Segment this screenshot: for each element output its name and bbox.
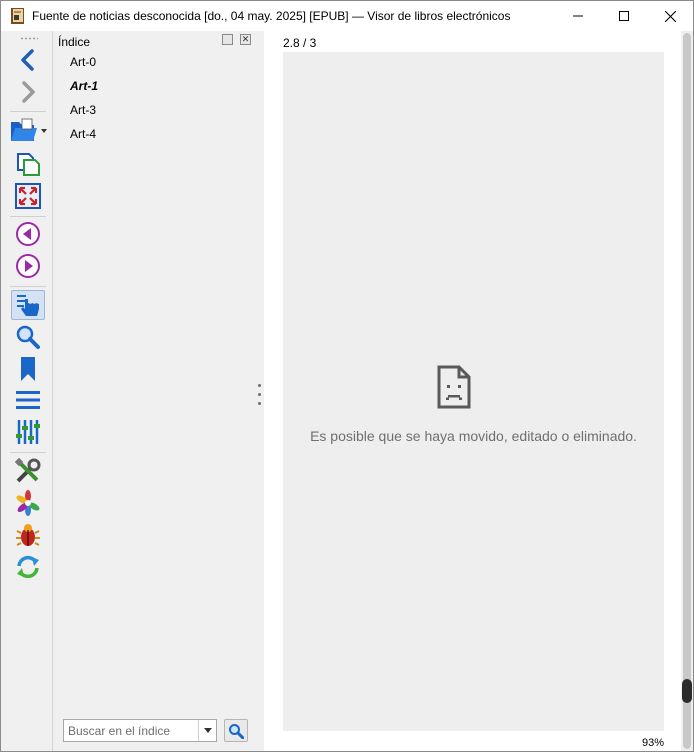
close-icon: ✕ xyxy=(241,34,250,44)
folder-open-icon xyxy=(11,118,47,141)
page-indicator: 2.8 / 3 xyxy=(283,36,317,50)
open-book-button[interactable] xyxy=(8,115,50,145)
tools-icon xyxy=(15,458,41,483)
toc-search-combobox[interactable] xyxy=(63,719,217,742)
toolbar-separator xyxy=(10,286,46,287)
toc-item[interactable]: Art-3 xyxy=(54,99,259,123)
maximize-icon xyxy=(619,11,629,21)
minimize-icon xyxy=(573,15,583,17)
circle-arrow-right-icon xyxy=(16,254,40,278)
scroll-track[interactable] xyxy=(683,33,691,749)
zoom-level: 93% xyxy=(641,737,664,749)
app-book-icon xyxy=(11,8,24,24)
search-icon xyxy=(16,325,40,349)
toc-toggle-button[interactable] xyxy=(11,290,45,320)
book-page[interactable]: Es posible que se haya movido, editado o… xyxy=(283,52,664,731)
toc-float-button[interactable] xyxy=(222,34,233,45)
close-button[interactable] xyxy=(647,1,693,31)
close-icon xyxy=(664,10,676,22)
minimize-button[interactable] xyxy=(555,1,601,31)
toc-item[interactable]: Art-0 xyxy=(54,51,259,75)
fullscreen-icon xyxy=(15,183,41,209)
adjust-button[interactable] xyxy=(11,417,45,447)
toolbar-separator xyxy=(10,111,46,112)
toc-search-dropdown[interactable] xyxy=(198,720,216,741)
debug-button[interactable] xyxy=(11,520,45,550)
toolbar-grip[interactable] xyxy=(20,37,38,40)
vertical-scrollbar[interactable] xyxy=(681,31,693,751)
reload-button[interactable] xyxy=(11,552,45,582)
chevron-down-icon xyxy=(203,728,212,733)
sad-page-icon xyxy=(437,365,471,409)
copy-button[interactable] xyxy=(11,149,45,179)
ebook-viewer-window: Fuente de noticias desconocida [do., 04 … xyxy=(0,0,694,752)
pinwheel-icon xyxy=(16,490,40,516)
panel-splitter[interactable] xyxy=(254,381,264,413)
back-button[interactable] xyxy=(11,45,45,75)
error-message: Es posible que se haya movido, editado o… xyxy=(310,428,637,444)
chevron-right-icon xyxy=(22,81,35,103)
toolbar-separator xyxy=(10,216,46,217)
circle-arrow-left-icon xyxy=(16,222,40,246)
search-button[interactable] xyxy=(11,322,45,352)
search-icon xyxy=(229,723,244,739)
toc-close-button[interactable]: ✕ xyxy=(240,34,251,45)
pointer-hand-icon xyxy=(17,295,39,316)
menu-button[interactable] xyxy=(11,385,45,415)
copy-icon xyxy=(17,153,40,176)
preferences-button[interactable] xyxy=(11,456,45,486)
window-title: Fuente de noticias desconocida [do., 04 … xyxy=(32,9,511,23)
plugins-button[interactable] xyxy=(11,488,45,518)
toc-title: Índice xyxy=(58,35,91,49)
scroll-thumb[interactable] xyxy=(682,679,692,703)
sliders-icon xyxy=(16,420,40,444)
bug-icon xyxy=(16,524,40,546)
title-bar: Fuente de noticias desconocida [do., 04 … xyxy=(1,1,693,31)
toc-item[interactable]: Art-4 xyxy=(54,123,259,147)
forward-button[interactable] xyxy=(11,77,45,107)
bookmark-icon xyxy=(21,357,35,381)
book-viewer: 2.8 / 3 Es posible que se haya movido, e… xyxy=(264,31,681,751)
hamburger-icon xyxy=(16,391,40,409)
fullscreen-button[interactable] xyxy=(11,181,45,211)
bookmarks-button[interactable] xyxy=(11,354,45,384)
toc-search-input[interactable] xyxy=(64,720,198,741)
main-toolbar xyxy=(2,31,53,751)
toc-list: Art-0 Art-1 Art-3 Art-4 xyxy=(54,51,259,147)
toolbar-separator xyxy=(10,452,46,453)
maximize-button[interactable] xyxy=(601,1,647,31)
refresh-icon xyxy=(17,555,39,579)
toc-panel: Índice ✕ Art-0 Art-1 Art-3 Art-4 xyxy=(54,31,263,751)
previous-page-button[interactable] xyxy=(11,219,45,249)
chevron-left-icon xyxy=(21,49,34,71)
toc-search-button[interactable] xyxy=(224,719,248,742)
toc-item-current[interactable]: Art-1 xyxy=(54,75,259,99)
next-page-button[interactable] xyxy=(11,251,45,281)
